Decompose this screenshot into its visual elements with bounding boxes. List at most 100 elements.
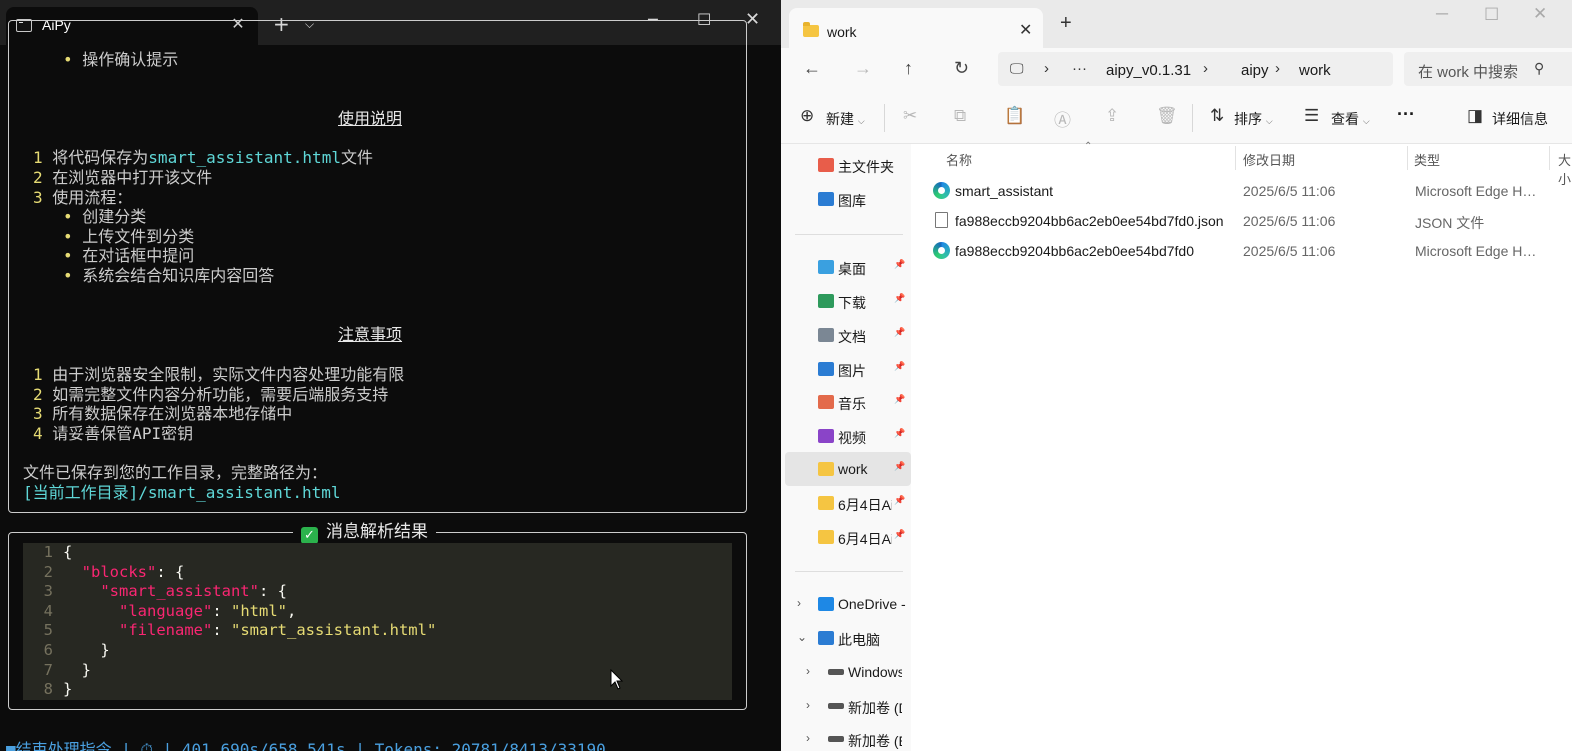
code-token: "language" xyxy=(119,601,213,620)
breadcrumb-item[interactable]: aipy_v0.1.31 xyxy=(1106,62,1191,79)
details-button[interactable]: 详细信息 xyxy=(1492,109,1548,129)
line-number: 8 xyxy=(43,680,53,699)
close-window-icon[interactable]: ✕ xyxy=(745,10,760,30)
nav-item[interactable]: ⌄ 此电脑 xyxy=(781,621,911,655)
view-button[interactable]: 查看 ⌵ xyxy=(1331,109,1370,129)
column-header-name[interactable]: 名称 xyxy=(946,150,972,169)
file-type: Microsoft Edge HTML Document xyxy=(1415,243,1539,259)
pin-icon[interactable]: 📌 xyxy=(894,428,905,439)
more-path-icon[interactable]: ··· xyxy=(1072,60,1087,77)
file-row[interactable]: fa988eccb9204bb6ac2eb0ee54bd7fd0 2025/6/5… xyxy=(911,235,1572,265)
chevron-right-icon[interactable]: › xyxy=(806,731,810,745)
music-icon xyxy=(818,395,834,409)
file-row[interactable]: fa988eccb9204bb6ac2eb0ee54bd7fd0.json 202… xyxy=(911,205,1572,235)
nav-item[interactable]: 音乐 📌 xyxy=(781,385,911,419)
rename-icon[interactable]: Ⓐ xyxy=(1054,106,1071,131)
note-item: 4 请妥善保管API密钥 xyxy=(33,424,194,443)
sort-ascending-icon: ⌃ xyxy=(1084,141,1093,152)
file-icon xyxy=(935,212,948,228)
nav-item-label: 新加卷 (D:) xyxy=(848,700,902,716)
code-token: } xyxy=(63,680,73,699)
documents-icon xyxy=(818,328,834,342)
explorer-tab[interactable]: work ✕ xyxy=(789,8,1043,48)
paste-icon[interactable]: 📋 xyxy=(1004,106,1025,126)
drive-icon xyxy=(828,736,844,742)
pin-icon[interactable]: 📌 xyxy=(894,529,905,540)
code-token: "filename" xyxy=(119,621,213,640)
nav-item[interactable]: › 新加卷 (E:) xyxy=(781,722,911,751)
search-box[interactable]: 在 work 中搜索 ⚲ xyxy=(1404,52,1572,86)
code-token: } xyxy=(100,641,110,659)
line-number: 3 xyxy=(43,582,53,601)
share-icon[interactable]: ⇪ xyxy=(1105,106,1119,126)
copy-icon[interactable]: ⧉ xyxy=(954,106,966,126)
maximize-icon[interactable]: ☐ xyxy=(1484,5,1499,25)
code-token: "html" xyxy=(231,601,287,620)
nav-item[interactable]: › Windows (C:) xyxy=(781,655,911,689)
nav-item[interactable]: › 新加卷 (D:) xyxy=(781,689,911,723)
nav-item[interactable]: 主文件夹 xyxy=(781,148,911,182)
sort-button[interactable]: 排序 ⌵ xyxy=(1234,109,1273,129)
minimize-icon[interactable]: ─ xyxy=(1436,4,1448,24)
address-bar[interactable]: 🖵 › ··· aipy_v0.1.31 › aipy › work xyxy=(998,52,1393,86)
nav-item[interactable]: 图库 xyxy=(781,182,911,216)
column-header-modified[interactable]: 修改日期 xyxy=(1243,150,1295,169)
pin-icon[interactable]: 📌 xyxy=(894,495,905,506)
nav-item[interactable]: 6月4日AiPy📌 xyxy=(781,486,911,520)
file-type: Microsoft Edge HTML Document xyxy=(1415,183,1539,199)
navigation-pane: 主文件夹图库桌面📌下载📌文档📌图片📌音乐📌视频📌work📌6月4日AiPy📌6月… xyxy=(781,144,911,751)
nav-item[interactable]: 桌面 📌 xyxy=(781,250,911,284)
nav-item[interactable]: › OneDrive - Personal xyxy=(781,587,911,621)
file-name: fa988eccb9204bb6ac2eb0ee54bd7fd0.json xyxy=(955,213,1224,229)
up-arrow-icon[interactable]: ↑ xyxy=(904,58,913,79)
breadcrumb-item[interactable]: work xyxy=(1299,62,1331,79)
column-header-type[interactable]: 类型 xyxy=(1414,150,1440,169)
forward-arrow-icon[interactable]: → xyxy=(854,58,872,79)
cut-icon[interactable]: ✂ xyxy=(903,106,917,126)
nav-item[interactable]: work 📌 xyxy=(785,452,911,486)
close-tab-icon[interactable]: ✕ xyxy=(1019,20,1032,40)
nav-item-label: OneDrive - Personal xyxy=(838,596,910,612)
code-line: 2 "blocks": { xyxy=(23,562,185,583)
computer-icon: 🖵 xyxy=(1010,60,1024,76)
chevron-right-icon[interactable]: › xyxy=(806,698,810,712)
nav-item[interactable]: 6月4日AiPy📌 xyxy=(781,520,911,554)
flow-bullet: • 创建分类 xyxy=(63,207,147,226)
edge-icon xyxy=(933,182,950,199)
file-name: smart_assistant xyxy=(955,183,1054,199)
chevron-right-icon[interactable]: › xyxy=(806,664,810,678)
nav-item-label: 下载 xyxy=(838,295,866,311)
pin-icon[interactable]: 📌 xyxy=(894,361,905,372)
new-button[interactable]: 新建 ⌵ xyxy=(826,109,865,129)
more-options-icon[interactable]: ··· xyxy=(1397,104,1415,125)
search-icon[interactable]: ⚲ xyxy=(1534,60,1544,77)
nav-item[interactable]: 文档 📌 xyxy=(781,318,911,352)
close-window-icon[interactable]: ✕ xyxy=(1533,4,1547,24)
back-arrow-icon[interactable]: ← xyxy=(803,58,821,79)
pin-icon[interactable]: 📌 xyxy=(894,259,905,270)
nav-item[interactable]: 图片 📌 xyxy=(781,352,911,386)
nav-item[interactable]: 视频 📌 xyxy=(781,419,911,453)
chevron-down-icon[interactable]: ⌄ xyxy=(797,630,807,644)
chevron-right-icon[interactable]: › xyxy=(797,596,801,610)
pin-icon[interactable]: 📌 xyxy=(894,394,905,405)
breadcrumb-item[interactable]: aipy xyxy=(1241,62,1269,79)
code-token: "blocks" xyxy=(81,562,157,581)
new-tab-icon[interactable]: + xyxy=(1060,12,1072,35)
chevron-right-icon: › xyxy=(1203,60,1208,77)
pin-icon[interactable]: 📌 xyxy=(894,461,905,472)
check-icon: ✓ xyxy=(301,527,318,544)
gallery-icon xyxy=(818,192,834,206)
videos-icon xyxy=(818,429,834,443)
pin-icon[interactable]: 📌 xyxy=(894,327,905,338)
code-token: } xyxy=(81,660,92,679)
file-row[interactable]: smart_assistant 2025/6/5 11:06 Microsoft E… xyxy=(911,175,1572,205)
file-explorer-window: work ✕ + ─ ☐ ✕ ← → ↑ ↻ 🖵 › ··· aipy_v0.1… xyxy=(781,0,1572,751)
delete-icon[interactable]: 🗑 xyxy=(1156,106,1178,126)
code-line: 3 "smart_assistant": { xyxy=(23,582,287,602)
code-line: 5 "filename": "smart_assistant.html" xyxy=(23,621,437,641)
code-block: 1{2 "blocks": {3 "smart_assistant": {4 "… xyxy=(23,543,732,700)
pin-icon[interactable]: 📌 xyxy=(894,293,905,304)
refresh-icon[interactable]: ↻ xyxy=(954,58,969,79)
nav-item[interactable]: 下载 📌 xyxy=(781,284,911,318)
